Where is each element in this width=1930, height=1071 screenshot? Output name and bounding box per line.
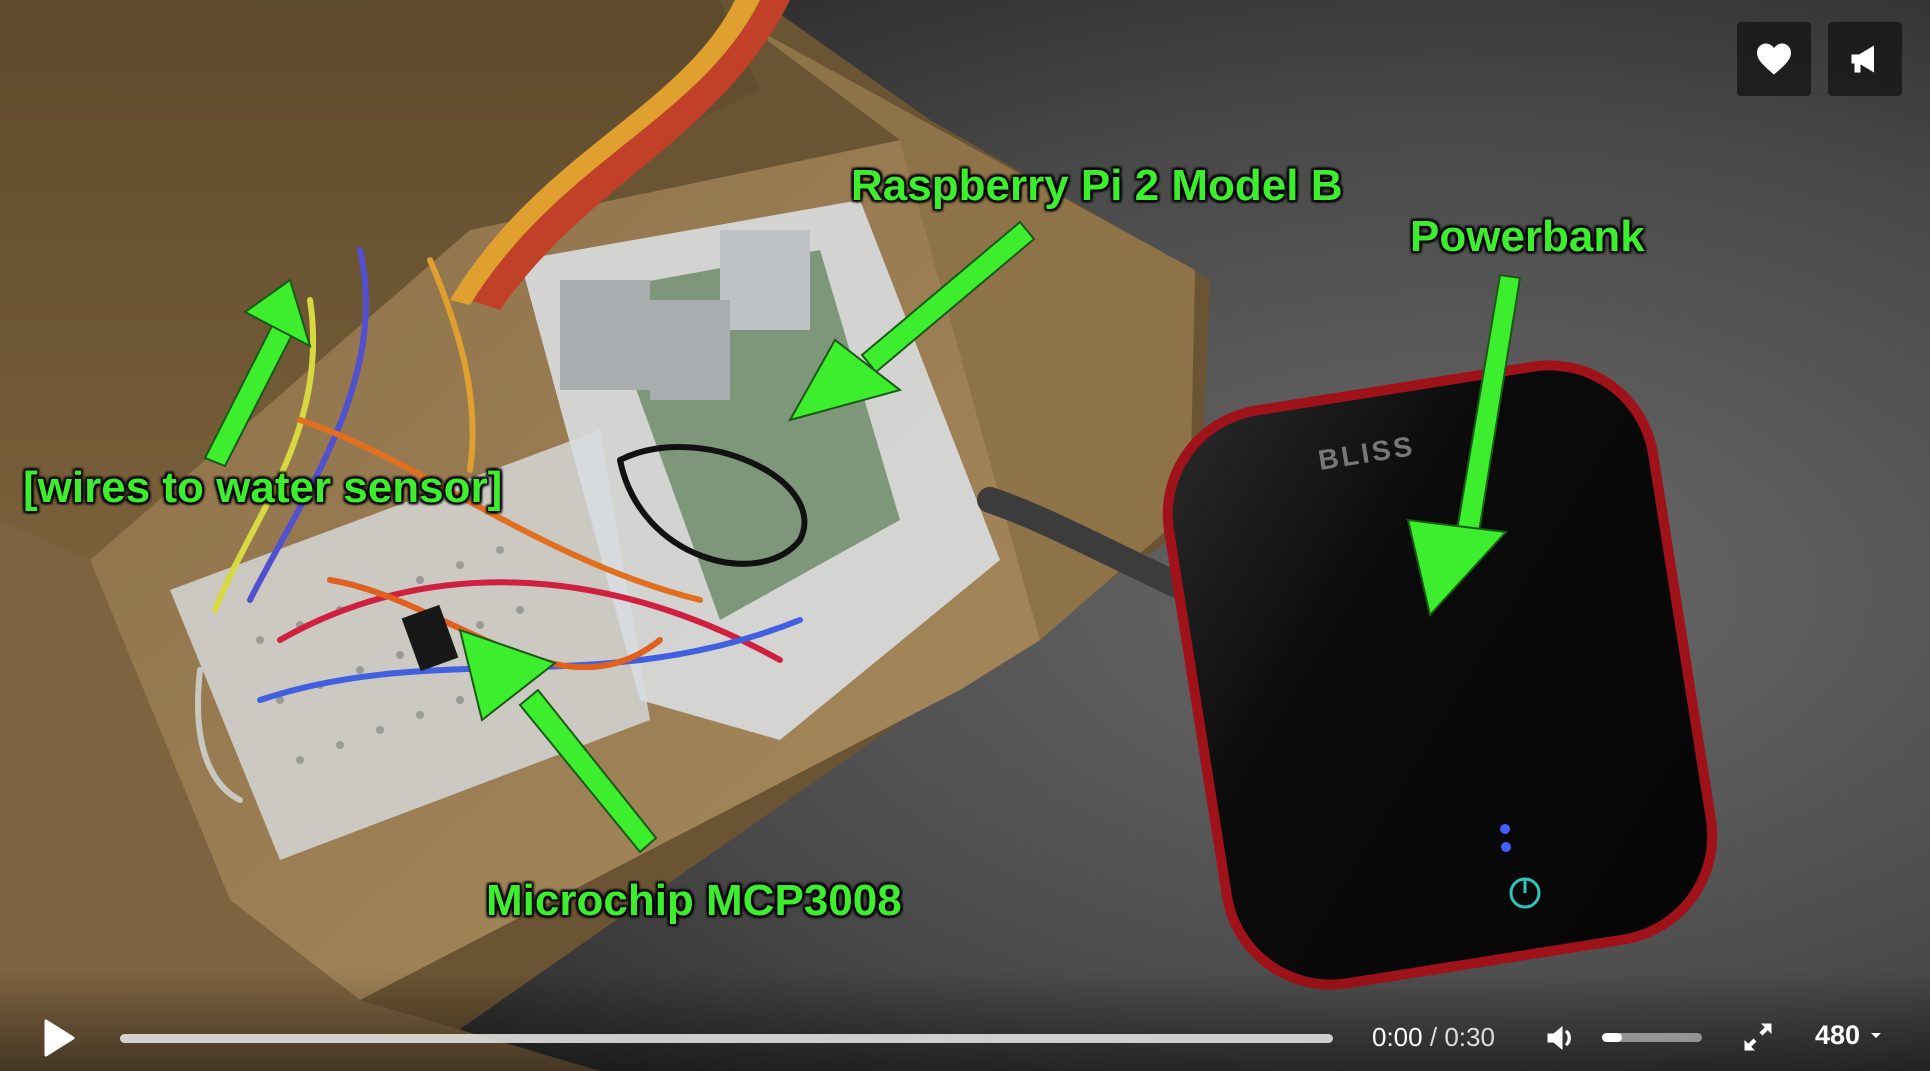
time-separator: / bbox=[1429, 1022, 1438, 1052]
mcp-label: Microchip MCP3008 bbox=[486, 876, 902, 925]
caret-down-icon bbox=[1871, 1032, 1882, 1038]
volume-icon bbox=[1547, 1026, 1571, 1050]
control-bar bbox=[0, 971, 1930, 1071]
quality-label: 480 bbox=[1815, 1020, 1861, 1050]
like-button[interactable] bbox=[1737, 22, 1811, 96]
volume-button[interactable] bbox=[1543, 1020, 1583, 1060]
powerbank-label: Powerbank bbox=[1410, 212, 1645, 261]
video-player[interactable]: BLISS Raspberry Pi 2 Model B Powerbank [… bbox=[0, 0, 1930, 1071]
rpi-label: Raspberry Pi 2 Model B bbox=[851, 161, 1343, 210]
fullscreen-icon bbox=[1744, 1023, 1772, 1051]
heart-icon bbox=[1757, 43, 1791, 75]
current-time: 0:00 bbox=[1372, 1022, 1423, 1052]
quality-selector[interactable]: 480 bbox=[1815, 1020, 1884, 1051]
volume-fill bbox=[1602, 1033, 1622, 1042]
progress-bar[interactable] bbox=[120, 1034, 1333, 1043]
wires-label: [wires to water sensor] bbox=[23, 463, 503, 512]
volume-slider[interactable] bbox=[1602, 1033, 1702, 1042]
duration: 0:30 bbox=[1444, 1022, 1495, 1052]
megaphone-icon bbox=[1851, 45, 1874, 73]
share-button[interactable] bbox=[1828, 22, 1902, 96]
time-display: 0:00 / 0:30 bbox=[1372, 1022, 1495, 1053]
fullscreen-button[interactable] bbox=[1740, 1019, 1780, 1059]
play-icon bbox=[44, 1019, 75, 1057]
play-button[interactable] bbox=[42, 1018, 82, 1058]
